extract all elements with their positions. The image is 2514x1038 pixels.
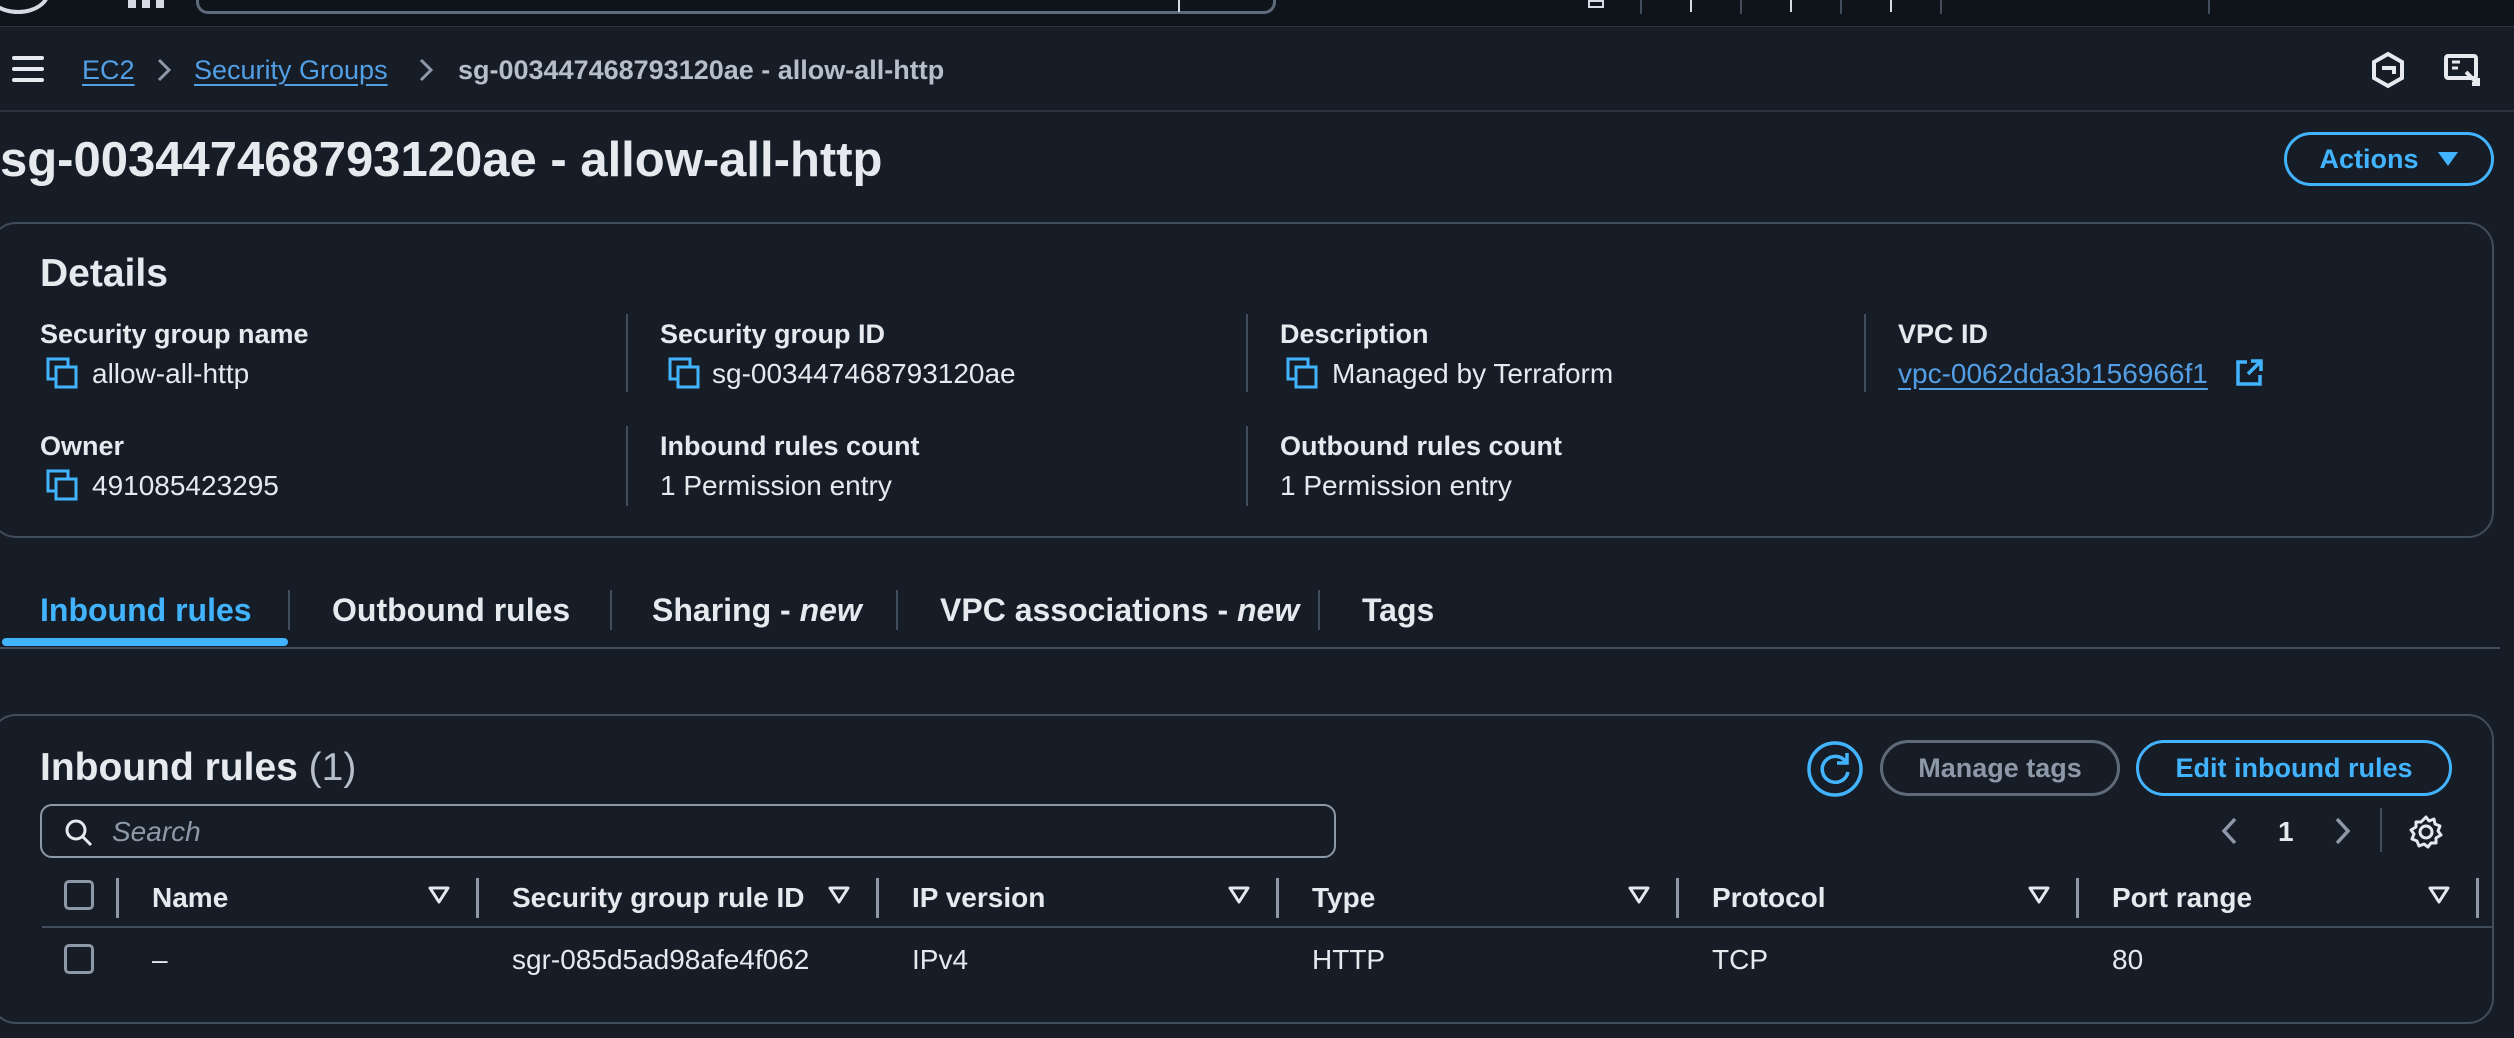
breadcrumb-ec2[interactable]: EC2	[82, 50, 135, 90]
outbound-count-label: Outbound rules count	[1280, 431, 1562, 461]
inbound-rules-title: Inbound rules (1)	[40, 746, 357, 789]
chevron-left-icon[interactable]	[2216, 814, 2244, 848]
col-port-range[interactable]: Port range	[2112, 880, 2252, 916]
vpc-id-label: VPC ID	[1898, 319, 1989, 349]
cloudshell-icon[interactable]	[1588, 0, 1604, 8]
sort-icon[interactable]	[2428, 886, 2450, 904]
sort-icon[interactable]	[2028, 886, 2050, 904]
sg-name-label: Security group name	[40, 319, 309, 349]
copy-icon[interactable]	[46, 357, 80, 391]
amazon-q-icon[interactable]	[2364, 46, 2412, 94]
copy-icon[interactable]	[668, 357, 702, 391]
inbound-count-label: Inbound rules count	[660, 431, 920, 461]
description-value: Managed by Terraform	[1332, 358, 1614, 389]
cell-protocol: TCP	[1712, 944, 1768, 975]
sort-icon[interactable]	[828, 886, 850, 904]
col-name[interactable]: Name	[152, 880, 228, 916]
owner-label: Owner	[40, 431, 125, 461]
cell-rule-id: sgr-085d5ad98afe4f062	[512, 944, 810, 975]
vpc-id-link[interactable]: vpc-0062dda3b156966f1	[1898, 356, 2208, 392]
tab-vpc-associations[interactable]: VPC associations - new	[940, 588, 1299, 632]
gear-icon[interactable]	[2408, 814, 2444, 850]
breadcrumb: EC2 Security Groups sg-003447468793120ae…	[0, 28, 2514, 112]
tab-tags[interactable]: Tags	[1362, 588, 1434, 632]
col-ip-version[interactable]: IP version	[912, 880, 1045, 916]
col-type[interactable]: Type	[1312, 880, 1375, 916]
global-nav-bar	[0, 0, 2514, 27]
caret-down-icon	[2437, 152, 2458, 166]
manage-tags-button[interactable]: Manage tags	[1880, 740, 2120, 796]
sort-icon[interactable]	[1228, 886, 1250, 904]
tab-sharing[interactable]: Sharing - new	[652, 588, 862, 632]
breadcrumb-current: sg-003447468793120ae - allow-all-http	[458, 55, 945, 85]
settings-icon[interactable]	[1890, 0, 1892, 12]
tab-inbound-rules[interactable]: Inbound rules	[40, 588, 252, 632]
refresh-icon[interactable]	[1806, 740, 1864, 798]
details-title: Details	[40, 252, 168, 295]
active-tab-indicator	[2, 638, 288, 646]
external-link-icon[interactable]	[2234, 358, 2264, 388]
col-rule-id[interactable]: Security group rule ID	[512, 880, 805, 916]
search-input[interactable]	[112, 812, 1312, 852]
row-checkbox[interactable]	[64, 944, 94, 974]
col-protocol[interactable]: Protocol	[1712, 880, 1826, 916]
breadcrumb-security-groups[interactable]: Security Groups	[194, 50, 388, 90]
description-label: Description	[1280, 319, 1429, 349]
chevron-right-icon	[157, 58, 172, 82]
actions-button[interactable]: Actions	[2284, 132, 2494, 186]
select-all-checkbox[interactable]	[64, 880, 94, 910]
sg-id-value: sg-003447468793120ae	[712, 358, 1016, 389]
rules-search[interactable]	[40, 804, 1336, 858]
notifications-icon[interactable]	[1690, 0, 1692, 12]
owner-value: 491085423295	[92, 470, 279, 501]
rules-count: (1)	[308, 746, 357, 789]
tab-outbound-rules[interactable]: Outbound rules	[332, 588, 570, 632]
chevron-right-icon[interactable]	[2328, 814, 2356, 848]
help-icon[interactable]	[1790, 0, 1792, 12]
outbound-count-value: 1 Permission entry	[1280, 470, 1512, 501]
edit-inbound-rules-button[interactable]: Edit inbound rules	[2136, 740, 2452, 796]
cell-ip-version: IPv4	[912, 944, 969, 975]
sg-name-value: allow-all-http	[92, 358, 250, 389]
inbound-count-value: 1 Permission entry	[660, 470, 892, 501]
feedback-icon[interactable]	[2438, 46, 2486, 94]
sort-icon[interactable]	[428, 886, 450, 904]
aws-logo-icon[interactable]	[0, 0, 50, 14]
menu-icon[interactable]	[12, 56, 44, 82]
copy-icon[interactable]	[1286, 357, 1320, 391]
cell-port-range: 80	[2112, 944, 2144, 975]
sort-icon[interactable]	[1628, 886, 1650, 904]
global-search-input[interactable]	[196, 0, 1276, 14]
page-title: sg-003447468793120ae - allow-all-http	[0, 133, 883, 187]
sg-id-label: Security group ID	[660, 319, 886, 349]
search-icon	[65, 819, 93, 847]
page-number[interactable]: 1	[2278, 814, 2294, 850]
search-shortcut-icon	[1178, 0, 1180, 12]
cell-type: HTTP	[1312, 944, 1386, 975]
copy-icon[interactable]	[46, 469, 80, 503]
services-grid-icon[interactable]	[128, 0, 164, 10]
chevron-right-icon	[419, 58, 434, 82]
cell-name: –	[152, 944, 168, 975]
